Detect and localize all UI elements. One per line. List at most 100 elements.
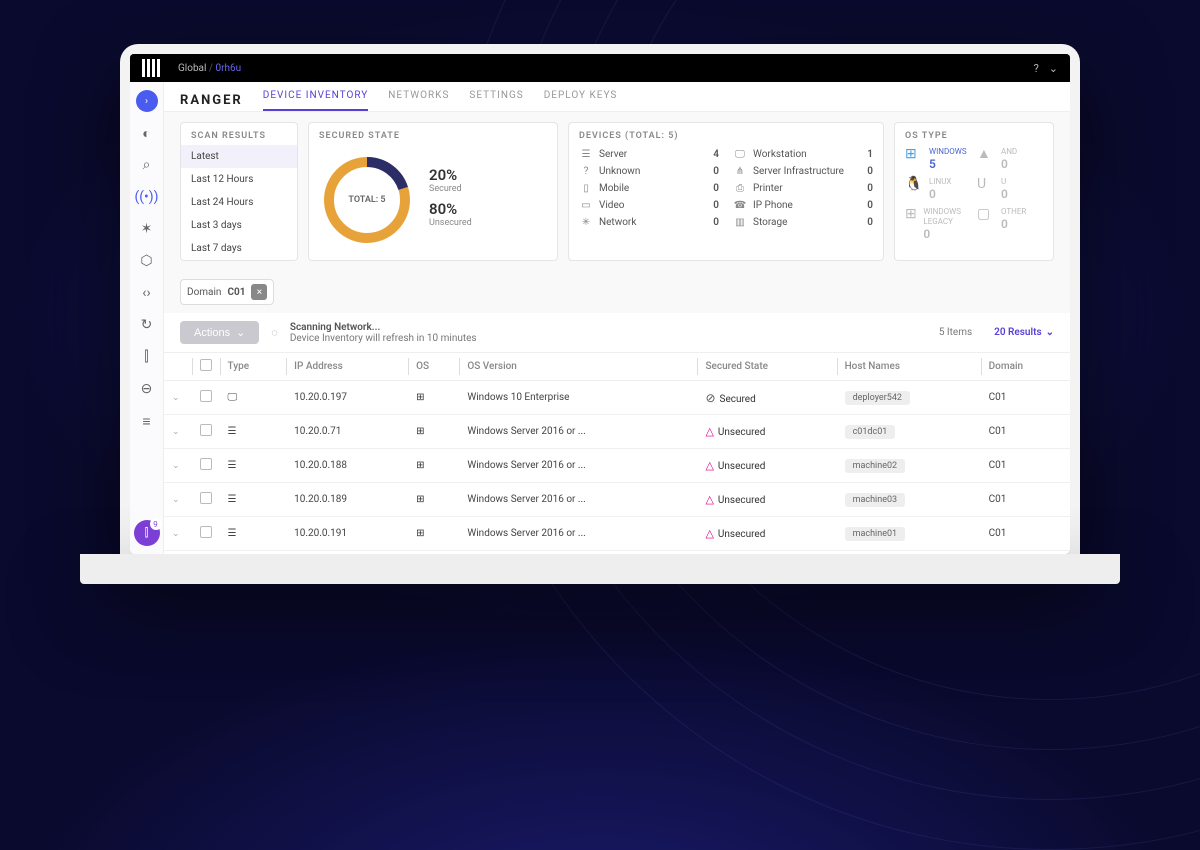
chevron-down-icon: ⌄ (236, 326, 245, 339)
os-type-cell[interactable]: ⊞WINDOWS5 (905, 147, 971, 171)
close-icon[interactable]: × (251, 284, 267, 300)
phone-icon: ☎ (733, 200, 747, 211)
expand-icon[interactable]: ⌄ (172, 461, 184, 471)
device-table: TypeIP AddressOSOS VersionSecured StateH… (164, 352, 1070, 551)
os-type-cell[interactable]: ▢OTHER0 (977, 207, 1043, 241)
table-row[interactable]: ⌄☰10.20.0.191⊞Windows Server 2016 or ...… (164, 517, 1070, 551)
rail-dashboard-icon[interactable]: ◐ (136, 122, 158, 144)
tab-device-inventory[interactable]: DEVICE INVENTORY (263, 90, 369, 111)
col-header[interactable]: OS Version (459, 353, 697, 381)
unsecured-icon: Unsecured (705, 461, 765, 472)
breadcrumb-leaf[interactable]: 0rh6u (216, 63, 242, 74)
tab-networks[interactable]: NETWORKS (388, 90, 449, 111)
device-type-row[interactable]: ▥Storage0 (733, 215, 873, 230)
type-icon: ☰ (228, 426, 237, 437)
col-header[interactable] (192, 353, 220, 381)
breadcrumb-root[interactable]: Global (178, 63, 206, 74)
chevron-down-icon[interactable]: ⌄ (1049, 62, 1058, 75)
rail-archive-icon[interactable]: ⊖ (136, 378, 158, 400)
expand-icon[interactable]: ⌄ (172, 393, 184, 403)
rail-settings-icon[interactable]: ≡ (136, 410, 158, 432)
help-icon[interactable]: ? (1034, 62, 1039, 75)
device-type-row[interactable]: ☎IP Phone0 (733, 198, 873, 213)
row-checkbox[interactable] (200, 458, 212, 470)
filter-value: C01 (227, 287, 245, 298)
os-type-cell[interactable]: UU0 (977, 177, 1043, 201)
devices-card: DEVICES (TOTAL: 5) ☰Server4 🖵Workstation1… (568, 122, 884, 261)
android-icon: ▲ (977, 147, 995, 161)
row-checkbox[interactable] (200, 526, 212, 538)
scan-option[interactable]: Last 7 days (181, 237, 297, 260)
os-icon: ⊞ (416, 494, 424, 505)
scan-option[interactable]: Last 24 Hours (181, 191, 297, 214)
actions-button[interactable]: Actions ⌄ (180, 321, 259, 344)
actions-row: Actions ⌄ ◌ Scanning Network... Device I… (164, 313, 1070, 352)
table-row[interactable]: ⌄☰10.20.0.188⊞Windows Server 2016 or ...… (164, 449, 1070, 483)
col-header[interactable]: Host Names (837, 353, 981, 381)
col-header[interactable]: IP Address (286, 353, 408, 381)
expand-icon[interactable]: ⌄ (172, 495, 184, 505)
secured-state-title: SECURED STATE (319, 131, 547, 141)
checkbox[interactable] (200, 359, 212, 371)
os-type-cell[interactable]: ▲AND0 (977, 147, 1043, 171)
expand-icon[interactable]: ⌄ (172, 427, 184, 437)
col-header[interactable] (164, 353, 192, 381)
table-row[interactable]: ⌄🖵10.20.0.197⊞Windows 10 EnterpriseSecur… (164, 381, 1070, 415)
os-icon: ⊞ (416, 528, 424, 539)
scan-results-card: SCAN RESULTS LatestLast 12 HoursLast 24 … (180, 122, 298, 261)
row-checkbox[interactable] (200, 390, 212, 402)
secured-icon: Secured (705, 394, 755, 405)
rail-sync-icon[interactable]: ↻ (136, 314, 158, 336)
os-icon: ⊞ (416, 460, 424, 471)
col-header[interactable]: Domain (981, 353, 1070, 381)
host-pill: c01dc01 (845, 425, 896, 439)
table-row[interactable]: ⌄☰10.20.0.71⊞Windows Server 2016 or ...U… (164, 415, 1070, 449)
rail-search-icon[interactable]: ⌕ (136, 154, 158, 176)
secured-label: Secured (429, 184, 472, 194)
device-type-row[interactable]: ⎙Printer0 (733, 181, 873, 196)
results-dropdown[interactable]: 20 Results ⌄ (994, 327, 1054, 338)
rail-code-icon[interactable]: ‹› (136, 282, 158, 304)
col-header[interactable]: Type (220, 353, 287, 381)
nav-rail: › ◐ ⌕ ((•)) ✶ ⬡ ‹› ↻ ⫿ ⊖ ≡ ⫿ 9 (130, 82, 164, 554)
device-type-row[interactable]: ✳Network0 (579, 215, 719, 230)
table-row[interactable]: ⌄☰10.20.0.189⊞Windows Server 2016 or ...… (164, 483, 1070, 517)
device-type-row[interactable]: ⋔Server Infrastructure0 (733, 164, 873, 179)
devices-title: DEVICES (TOTAL: 5) (579, 131, 873, 141)
filter-chip[interactable]: Domain C01 × (180, 279, 274, 305)
host-pill: deployer542 (845, 391, 910, 405)
type-icon: ☰ (228, 528, 237, 539)
rail-chart-icon[interactable]: ⫿ (136, 346, 158, 368)
device-type-row[interactable]: 🖵Workstation1 (733, 147, 873, 162)
col-header[interactable]: OS (408, 353, 459, 381)
device-type-row[interactable]: ☰Server4 (579, 147, 719, 162)
chat-button[interactable]: ⫿ 9 (134, 520, 160, 546)
filter-field: Domain (187, 287, 221, 298)
rail-ranger-icon[interactable]: ((•)) (136, 186, 158, 208)
rail-shield-icon[interactable]: ⬡ (136, 250, 158, 272)
tab-deploy-keys[interactable]: DEPLOY KEYS (544, 90, 618, 111)
row-checkbox[interactable] (200, 424, 212, 436)
type-icon: 🖵 (228, 392, 238, 403)
device-type-row[interactable]: ▭Video0 (579, 198, 719, 213)
tab-settings[interactable]: SETTINGS (469, 90, 523, 111)
rail-home-icon[interactable]: › (136, 90, 158, 112)
col-header[interactable]: Secured State (697, 353, 836, 381)
expand-icon[interactable]: ⌄ (172, 529, 184, 539)
app-logo-icon (142, 59, 160, 77)
os-type-cell[interactable]: 🐧LINUX0 (905, 177, 971, 201)
scan-option[interactable]: Last 12 Hours (181, 168, 297, 191)
other-os-icon: ▢ (977, 207, 995, 221)
scan-option[interactable]: Latest (181, 145, 297, 168)
secured-pct: 20% (429, 166, 472, 184)
device-type-row[interactable]: ?Unknown0 (579, 164, 719, 179)
rail-star-icon[interactable]: ✶ (136, 218, 158, 240)
network-icon: ✳ (579, 217, 593, 228)
device-type-row[interactable]: ▯Mobile0 (579, 181, 719, 196)
type-icon: ☰ (228, 460, 237, 471)
row-checkbox[interactable] (200, 492, 212, 504)
os-type-cell[interactable]: ⊞WINDOWS LEGACY0 (905, 207, 971, 241)
scan-option[interactable]: Last 3 days (181, 214, 297, 237)
infra-icon: ⋔ (733, 166, 747, 177)
unknown-os-icon: U (977, 177, 995, 191)
